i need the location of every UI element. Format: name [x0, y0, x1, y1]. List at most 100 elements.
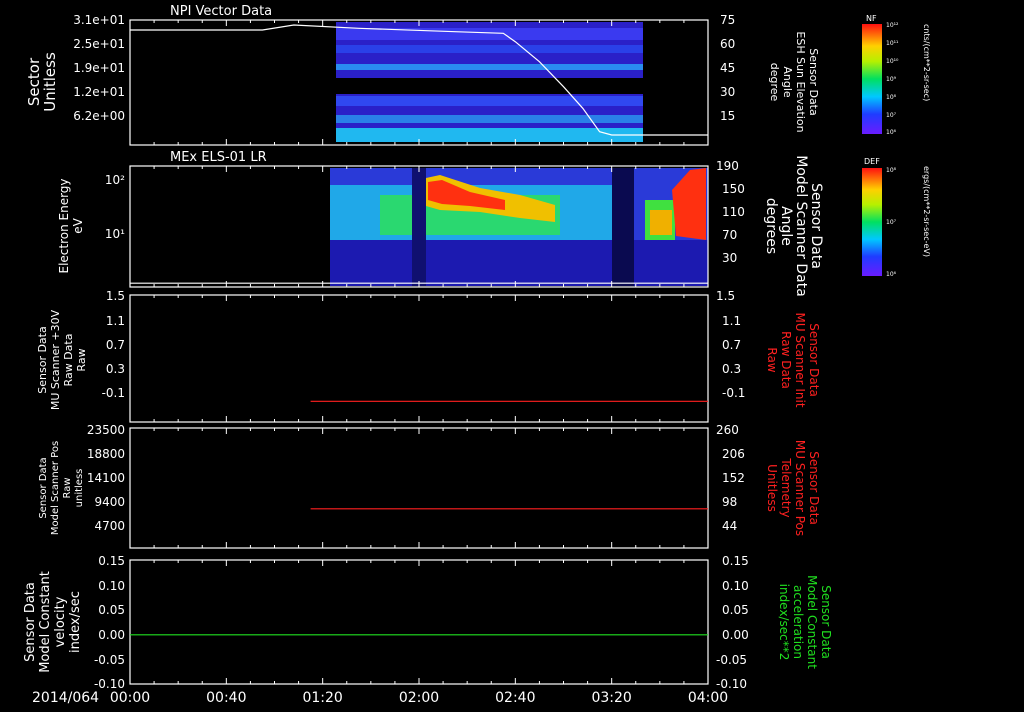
colorbar-label: DEF	[864, 157, 880, 166]
panel-title: NPI Vector Data	[170, 4, 272, 19]
colorbar-tick: 10⁹	[886, 76, 897, 83]
y-axis-label-line: unitless	[74, 469, 85, 508]
y-tick-label: -0.05	[94, 653, 125, 667]
right-axis-label-line: Model Scanner Data	[793, 155, 809, 297]
time-tick-label: 03:20	[591, 690, 631, 706]
y-tick-label: 0.15	[98, 554, 125, 568]
right-axis-label-line: degrees	[763, 198, 779, 254]
right-y-tick-label: 0.05	[722, 603, 749, 617]
heatmap-gap-1	[412, 168, 426, 286]
y-tick-label: 4700	[94, 519, 125, 533]
y-axis-label-line: index/sec	[68, 591, 83, 653]
time-tick-label: 02:00	[399, 690, 439, 706]
right-y-tick-label: 152	[722, 471, 745, 485]
right-y-tick-label: 0.10	[722, 579, 749, 593]
y-tick-label: 2.5e+01	[73, 37, 125, 51]
colorbar-unit: ergs/(cm**2-sr-sec-eV)	[922, 166, 931, 257]
right-axis-label-line: index/sec**2	[777, 584, 791, 661]
right-axis-label-line: MU Scanner Init	[793, 312, 807, 407]
heatmap-band-lower	[336, 96, 643, 106]
heatmap-band-upper	[336, 28, 643, 40]
time-tick-label: 02:40	[495, 690, 535, 706]
colorbar-tick: 10⁸	[886, 94, 897, 101]
right-axis-label-line: Sensor Data	[807, 48, 820, 115]
right-y-tick-label: 1.1	[722, 314, 741, 328]
right-y-tick-label: 44	[722, 519, 737, 533]
y-tick-label: -0.10	[94, 677, 125, 691]
heatmap-gap	[336, 78, 643, 94]
right-y-tick-label: 30	[722, 251, 737, 265]
heatmap-band-cyan-3	[336, 128, 643, 142]
colorbar-tick: 10⁶	[886, 129, 897, 136]
right-y-tick-label: 110	[722, 205, 745, 219]
colorbar-gradient	[862, 168, 882, 276]
y-axis-label-line: Raw	[62, 477, 73, 498]
colorbar-tick: 10¹⁰	[886, 58, 899, 65]
right-axis-label-line: Telemetry	[779, 457, 793, 517]
right-axis-label-line: Raw Data	[779, 331, 793, 389]
heatmap-band-cyan-1	[336, 64, 643, 70]
right-y-tick-label: 60	[720, 37, 735, 51]
right-axis-label-line: Sensor Data	[808, 183, 824, 269]
right-y-tick-label: 0.7	[722, 338, 741, 352]
y-tick-label: 6.2e+00	[73, 109, 125, 123]
right-axis-label-line: Angle	[778, 206, 794, 246]
colorbar-tick: 10¹²	[886, 22, 899, 29]
y-tick-label: 1.2e+01	[73, 85, 125, 99]
y-tick-label: 9400	[94, 495, 125, 509]
y-axis-label-line: Model Constant	[38, 571, 53, 673]
heatmap-band-upper-2	[336, 45, 643, 53]
y-tick-label: 18800	[87, 447, 125, 461]
y-axis-label-line: eV	[71, 217, 85, 233]
right-y-tick-label: 1.5	[716, 289, 735, 303]
colorbar-tick: 10¹¹	[886, 40, 899, 47]
right-y-tick-label: 150	[722, 182, 745, 196]
y-axis-label-line: velocity	[53, 596, 68, 647]
y-tick-label: 1.1	[106, 314, 125, 328]
right-y-tick-label: 190	[716, 159, 739, 173]
y-axis-label-line: Raw	[75, 348, 88, 371]
y-tick-label: 14100	[87, 471, 125, 485]
heatmap-npi	[336, 22, 643, 142]
y-tick-label: 0.7	[106, 338, 125, 352]
heatmap-band-cyan-2	[336, 115, 643, 123]
right-y-tick-label: 260	[716, 423, 739, 437]
right-y-tick-label: 15	[720, 109, 735, 123]
heatmap-noise-floor	[330, 240, 708, 286]
y-tick-label: 3.1e+01	[73, 13, 125, 27]
y-tick-label: 10²	[105, 173, 125, 187]
right-y-tick-label: 70	[722, 228, 737, 242]
colorbar-tick: 10⁷	[886, 112, 897, 119]
y-tick-label: 0.10	[98, 579, 125, 593]
left-y-axis-label: Sector Unitless	[25, 52, 59, 112]
right-axis-label-line: Angle	[781, 66, 794, 98]
right-y-tick-label: 98	[722, 495, 737, 509]
right-axis-label-line: Model Constant	[805, 575, 819, 669]
y-tick-label: 1.9e+01	[73, 61, 125, 75]
y-tick-label: 0.00	[98, 628, 125, 642]
time-tick-label: 01:20	[302, 690, 342, 706]
right-y-tick-label: 75	[720, 13, 735, 27]
colorbar-label: NF	[866, 14, 877, 23]
panel-title: MEx ELS-01 LR	[170, 150, 267, 165]
time-tick-label: 00:40	[206, 690, 246, 706]
y-tick-label: 10¹	[105, 227, 125, 241]
right-axis-label-line: Sensor Data	[807, 323, 821, 397]
colorbar-tick: 10⁷	[886, 219, 897, 226]
right-axis-label-line: ESH Sun Elevation	[794, 31, 807, 132]
right-y-tick-label: -0.1	[722, 386, 745, 400]
y-axis-label-line: MU Scanner +30V	[49, 309, 62, 410]
y-axis-label-line: Sensor Data	[36, 326, 49, 393]
right-y-tick-label: -0.05	[716, 653, 747, 667]
right-y-tick-label: 45	[720, 61, 735, 75]
colorbar-tick: 10⁸	[886, 167, 897, 174]
right-axis-label-line: Unitless	[765, 464, 779, 512]
right-y-axis-label: Sensor Data Model Constant acceleration …	[777, 575, 833, 669]
colorbar-tick: 10⁶	[886, 271, 897, 278]
right-axis-label-line: Sensor Data	[819, 585, 833, 659]
right-axis-label-line: MU Scanner Pos	[793, 440, 807, 536]
y-tick-label: 23500	[87, 423, 125, 437]
y-axis-label-line: Electron Energy	[57, 178, 71, 273]
y-tick-label: 0.05	[98, 603, 125, 617]
right-y-tick-label: -0.10	[716, 677, 747, 691]
